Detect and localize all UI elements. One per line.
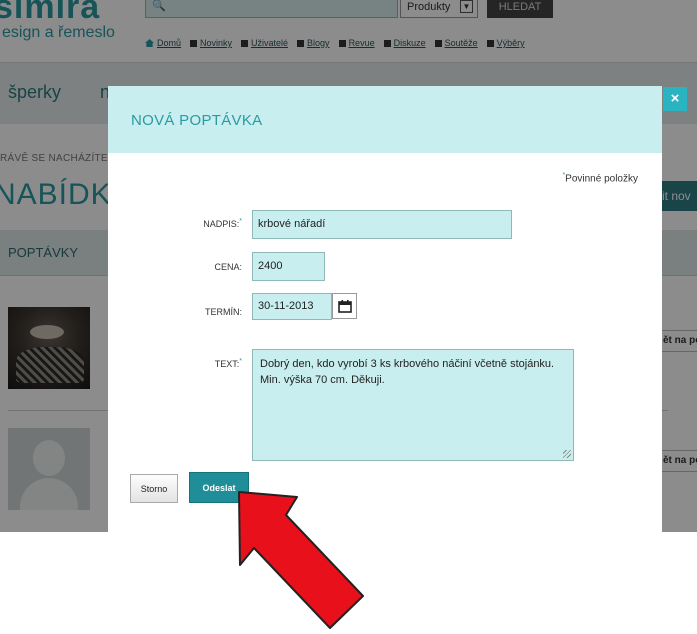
deadline-label: TERMÍN: — [205, 307, 242, 317]
text-area-value: Dobrý den, kdo vyrobí 3 ks krbového náči… — [260, 358, 555, 386]
red-arrow-annotation — [238, 491, 364, 629]
close-icon[interactable]: × — [663, 87, 687, 111]
deadline-field[interactable]: 30-11-2013 — [252, 293, 332, 320]
price-label: CENA: — [214, 262, 242, 272]
dialog-header: NOVÁ POPTÁVKA — [108, 86, 662, 153]
price-field[interactable]: 2400 — [252, 252, 325, 281]
cancel-button[interactable]: Storno — [130, 474, 178, 503]
dialog-title: NOVÁ POPTÁVKA — [131, 112, 263, 129]
required-fields-note: *Povinné položky — [562, 172, 638, 185]
resize-handle[interactable] — [563, 450, 571, 458]
text-label: TEXT:* — [214, 358, 242, 369]
title-label: NADPIS:* — [203, 218, 242, 229]
arrow-shape — [238, 491, 364, 629]
new-request-dialog: NOVÁ POPTÁVKA *Povinné položky NADPIS:* … — [108, 86, 662, 532]
calendar-icon — [337, 299, 352, 313]
text-area[interactable]: Dobrý den, kdo vyrobí 3 ks krbového náči… — [252, 349, 574, 461]
title-field[interactable]: krbové nářadí — [252, 210, 512, 239]
calendar-button[interactable] — [332, 293, 357, 319]
